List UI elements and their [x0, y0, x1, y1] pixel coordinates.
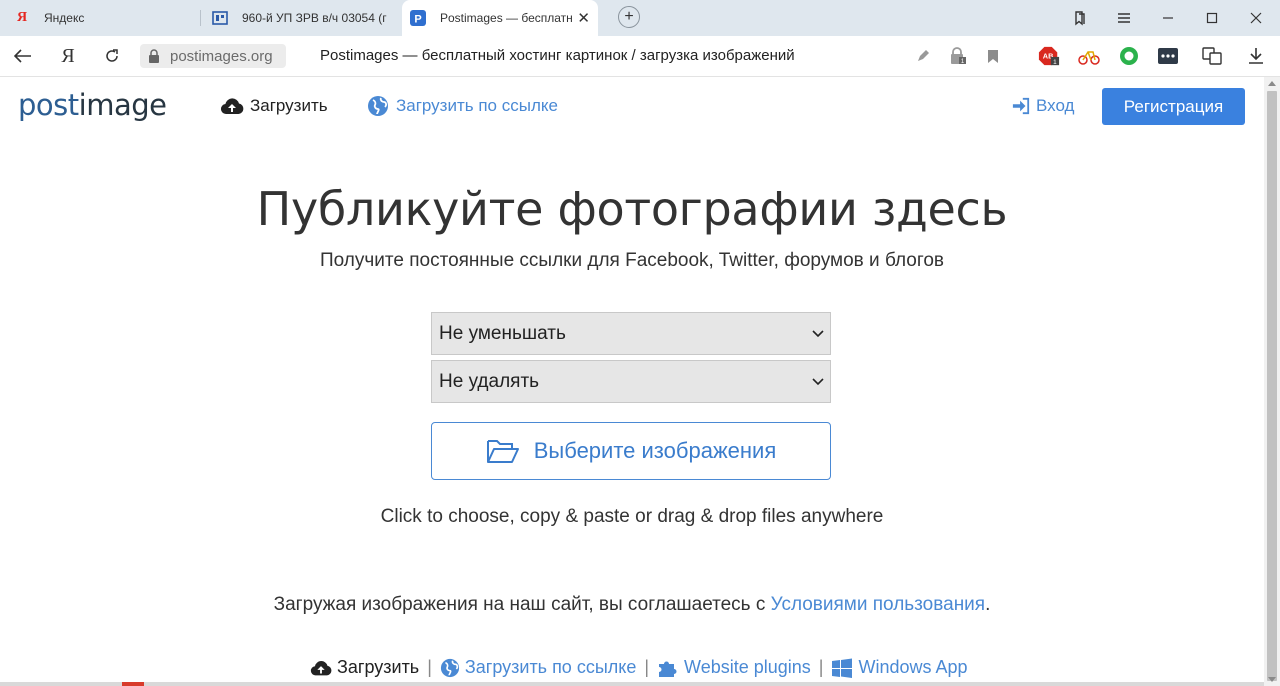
tab-title: 960-й УП ЗРВ в/ч 03054 (г: [242, 11, 387, 25]
yandex-home-icon[interactable]: Я: [57, 45, 79, 67]
tab-postimages[interactable]: P Postimages — бесплатн ✕: [402, 0, 598, 36]
svg-text:P: P: [414, 14, 421, 26]
tab-site[interactable]: 960-й УП ЗРВ в/ч 03054 (г: [212, 0, 398, 36]
bookmark-icon[interactable]: [982, 45, 1004, 67]
pen-icon[interactable]: [912, 45, 934, 67]
nav-login-link[interactable]: Вход: [1012, 95, 1074, 117]
tab-separator: [200, 10, 201, 26]
sign-in-icon: [1012, 97, 1030, 115]
footer-separator: |: [644, 657, 650, 677]
footer-plugins-link[interactable]: Website plugins: [657, 657, 811, 678]
scrollbar[interactable]: [1264, 77, 1280, 686]
taskbar-strip: [0, 682, 1264, 686]
nav-upload-by-url-label: Загрузить по ссылке: [396, 96, 558, 115]
adblock-icon[interactable]: AB 1: [1038, 45, 1060, 67]
logo-image-part: image: [78, 88, 167, 122]
postimages-icon: P: [410, 10, 426, 26]
address-bar: Я postimages.org Postimages — бесплатный…: [0, 36, 1280, 77]
scrollbar-thumb[interactable]: [1267, 91, 1277, 681]
hero-title: Публикуйте фотографии здесь: [256, 182, 1008, 236]
download-icon[interactable]: [1245, 45, 1267, 67]
svg-text:1: 1: [1053, 59, 1057, 66]
folder-open-icon: [486, 440, 519, 463]
new-tab-button[interactable]: +: [618, 6, 640, 28]
globe-icon: [368, 96, 388, 116]
windows-icon: [832, 658, 853, 678]
choose-images-label: Выберите изображения: [533, 438, 777, 463]
tab-title: Postimages — бесплатн: [440, 11, 573, 25]
close-tab-icon[interactable]: ✕: [577, 9, 590, 27]
postimage-logo[interactable]: postimage: [18, 88, 167, 122]
footer-upload-link[interactable]: Загрузить: [310, 657, 419, 678]
globe-icon: [440, 658, 459, 677]
resize-select[interactable]: Не уменьшать: [431, 312, 831, 355]
url-field[interactable]: postimages.org: [140, 44, 286, 68]
resize-select-value: Не уменьшать: [439, 322, 566, 344]
scroll-up-arrow[interactable]: [1268, 81, 1276, 86]
url-domain: postimages.org: [170, 47, 273, 65]
footer-plugins-label: Website plugins: [684, 657, 811, 677]
scroll-down-arrow[interactable]: [1268, 677, 1276, 682]
footer-upload-by-url-label: Загрузить по ссылке: [464, 657, 637, 677]
puzzle-piece-icon: [659, 661, 677, 677]
password-extension-icon[interactable]: [1157, 45, 1179, 67]
register-button[interactable]: Регистрация: [1102, 88, 1245, 125]
cloud-upload-icon: [310, 660, 332, 675]
nav-login-label: Вход: [1036, 96, 1075, 115]
back-arrow-icon[interactable]: [12, 45, 34, 67]
footer-links: Загрузить | Загрузить по ссылке | Websit…: [310, 657, 968, 678]
translate-icon[interactable]: [1201, 45, 1223, 67]
lock-icon: [149, 49, 159, 63]
footer-windows-app-link[interactable]: Windows App: [831, 657, 968, 678]
chevron-down-icon: [812, 378, 824, 386]
chevron-down-icon: [812, 330, 824, 338]
terms-link[interactable]: Условиями пользования: [771, 594, 985, 615]
terms-notice: Загружая изображения на наш сайт, вы сог…: [0, 594, 1264, 616]
tab-yandex[interactable]: Я Яндекс: [14, 0, 200, 36]
bike-extension-icon[interactable]: [1078, 45, 1100, 67]
close-window-icon[interactable]: [1246, 8, 1266, 28]
choose-images-button[interactable]: Выберите изображения: [431, 422, 831, 480]
cloud-upload-icon: [220, 98, 244, 115]
footer-upload-label: Загрузить: [337, 657, 420, 677]
menu-icon[interactable]: [1114, 8, 1134, 28]
site-icon: [212, 10, 228, 26]
browser-tab-bar: Я Яндекс 960-й УП ЗРВ в/ч 03054 (г P Pos…: [0, 0, 1280, 36]
expire-select-value: Не удалять: [439, 370, 540, 392]
footer-upload-by-url-link[interactable]: Загрузить по ссылке: [440, 657, 636, 678]
page-title: Postimages — бесплатный хостинг картинок…: [320, 47, 795, 64]
terms-end: .: [985, 594, 991, 615]
taskbar-indicator: [122, 682, 144, 686]
footer-separator: |: [427, 657, 432, 677]
bookmarks-panel-icon[interactable]: [1070, 8, 1090, 28]
nav-upload-label: Загрузить: [250, 96, 328, 115]
terms-text: Загружая изображения на наш сайт, вы сог…: [273, 594, 771, 615]
footer-windows-app-label: Windows App: [858, 657, 968, 677]
drop-hint: Click to choose, copy & paste or drag & …: [380, 506, 884, 527]
reload-icon[interactable]: [101, 45, 123, 67]
expire-select[interactable]: Не удалять: [431, 360, 831, 403]
yandex-icon: Я: [16, 10, 28, 25]
logo-post-part: post: [18, 88, 79, 122]
footer-separator: |: [818, 657, 824, 677]
tab-title: Яндекс: [44, 11, 85, 25]
nav-upload-by-url-link[interactable]: Загрузить по ссылке: [366, 95, 558, 117]
green-circle-extension-icon[interactable]: [1118, 45, 1140, 67]
minimize-icon[interactable]: [1158, 8, 1178, 28]
nav-upload-link[interactable]: Загрузить: [220, 95, 328, 117]
lock-protect-icon[interactable]: 1: [947, 45, 969, 67]
hero-subtitle: Получите постоянные ссылки для Facebook,…: [319, 250, 945, 271]
maximize-icon[interactable]: [1202, 8, 1222, 28]
